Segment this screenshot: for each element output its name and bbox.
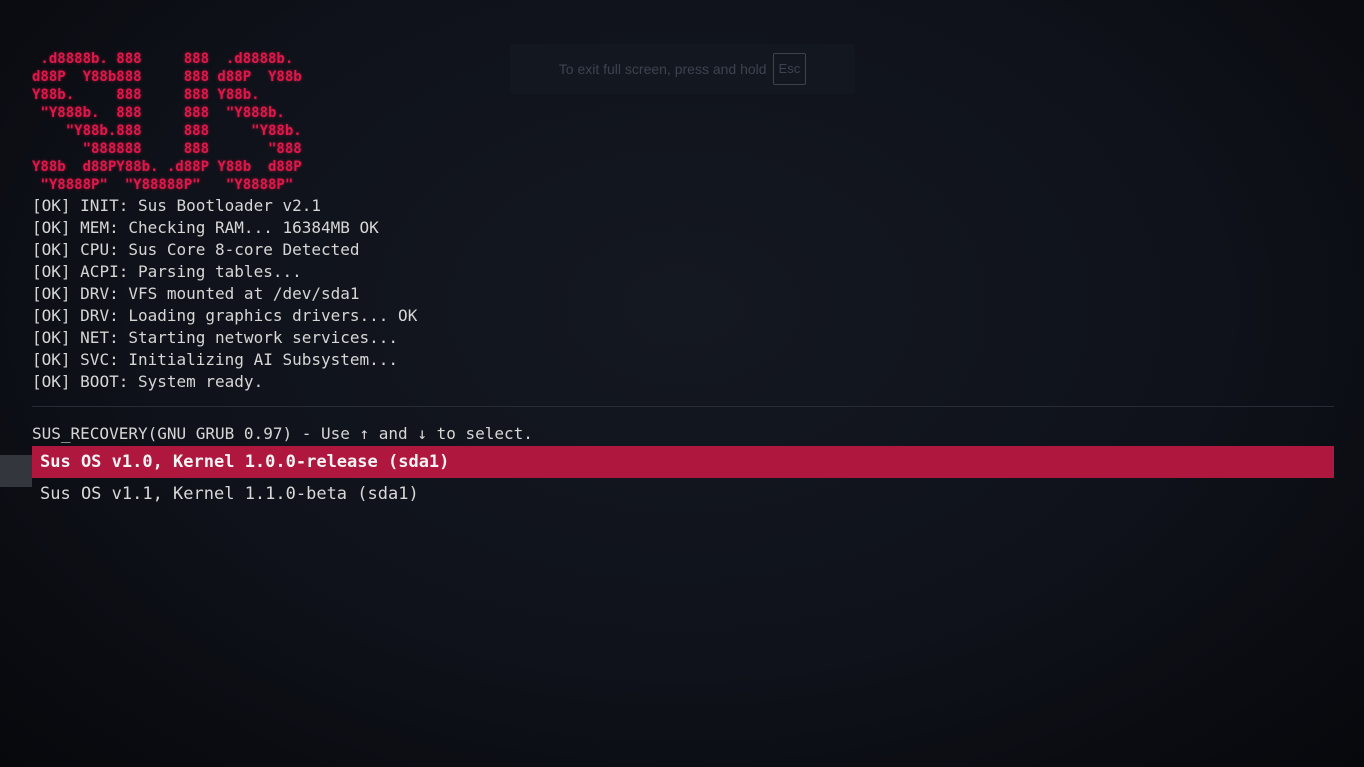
logo-line: "Y888b. 888 888 "Y888b. bbox=[32, 105, 285, 121]
log-status: [OK] bbox=[32, 284, 71, 303]
boot-log-line: [OK] MEM: Checking RAM... 16384MB OK bbox=[32, 217, 1334, 239]
boot-screen: .d8888b. 888 888 .d8888b. d88P Y88b888 8… bbox=[32, 50, 1334, 510]
boot-entry-sus-os-v1-1[interactable]: Sus OS v1.1, Kernel 1.1.0-beta (sda1) bbox=[32, 478, 1334, 510]
grub-menu-header: SUS_RECOVERY(GNU GRUB 0.97) - Use ↑ and … bbox=[32, 424, 533, 443]
log-message: SVC: Initializing AI Subsystem... bbox=[80, 350, 399, 369]
logo-line: "Y8888P" "Y88888P" "Y8888P" bbox=[32, 177, 294, 193]
logo-line: Y88b. 888 888 Y88b. bbox=[32, 87, 260, 103]
grub-boot-menu[interactable]: Sus OS v1.0, Kernel 1.0.0-release (sda1)… bbox=[32, 446, 1334, 510]
log-message: MEM: Checking RAM... 16384MB OK bbox=[80, 218, 379, 237]
log-status: [OK] bbox=[32, 196, 71, 215]
log-message: NET: Starting network services... bbox=[80, 328, 399, 347]
log-status: [OK] bbox=[32, 306, 71, 325]
logo-line: "888888 888 "888 bbox=[32, 141, 302, 157]
logo-line: "Y88b.888 888 "Y88b. bbox=[32, 123, 302, 139]
boot-log-line: [OK] BOOT: System ready. bbox=[32, 371, 1334, 393]
boot-log: [OK] INIT: Sus Bootloader v2.1 [OK] MEM:… bbox=[32, 195, 1334, 393]
boot-log-line: [OK] SVC: Initializing AI Subsystem... bbox=[32, 349, 1334, 371]
log-message: BOOT: System ready. bbox=[80, 372, 264, 391]
log-status: [OK] bbox=[32, 328, 71, 347]
boot-log-line: [OK] INIT: Sus Bootloader v2.1 bbox=[32, 195, 1334, 217]
log-status: [OK] bbox=[32, 372, 71, 391]
log-message: ACPI: Parsing tables... bbox=[80, 262, 302, 281]
log-message: INIT: Sus Bootloader v2.1 bbox=[80, 196, 321, 215]
logo-line: d88P Y88b888 888 d88P Y88b bbox=[32, 69, 302, 85]
divider bbox=[32, 406, 1334, 407]
log-message: DRV: VFS mounted at /dev/sda1 bbox=[80, 284, 360, 303]
boot-log-line: [OK] NET: Starting network services... bbox=[32, 327, 1334, 349]
log-status: [OK] bbox=[32, 262, 71, 281]
log-message: DRV: Loading graphics drivers... OK bbox=[80, 306, 418, 325]
logo-line: .d8888b. 888 888 .d8888b. bbox=[32, 51, 294, 67]
logo-line: Y88b d88PY88b. .d88P Y88b d88P bbox=[32, 159, 302, 175]
boot-log-line: [OK] CPU: Sus Core 8-core Detected bbox=[32, 239, 1334, 261]
fullscreen-notice-text: To exit full screen, press and hold bbox=[558, 61, 767, 77]
fullscreen-exit-notice: To exit full screen, press and hold Esc bbox=[510, 44, 855, 94]
esc-key-badge: Esc bbox=[772, 53, 807, 85]
boot-entry-sus-os-v1-0[interactable]: Sus OS v1.0, Kernel 1.0.0-release (sda1) bbox=[32, 446, 1334, 478]
boot-log-line: [OK] DRV: VFS mounted at /dev/sda1 bbox=[32, 283, 1334, 305]
log-status: [OK] bbox=[32, 240, 71, 259]
log-message: CPU: Sus Core 8-core Detected bbox=[80, 240, 360, 259]
log-status: [OK] bbox=[32, 350, 71, 369]
boot-log-line: [OK] ACPI: Parsing tables... bbox=[32, 261, 1334, 283]
log-status: [OK] bbox=[32, 218, 71, 237]
selection-gutter-marker bbox=[0, 455, 32, 487]
boot-log-line: [OK] DRV: Loading graphics drivers... OK bbox=[32, 305, 1334, 327]
